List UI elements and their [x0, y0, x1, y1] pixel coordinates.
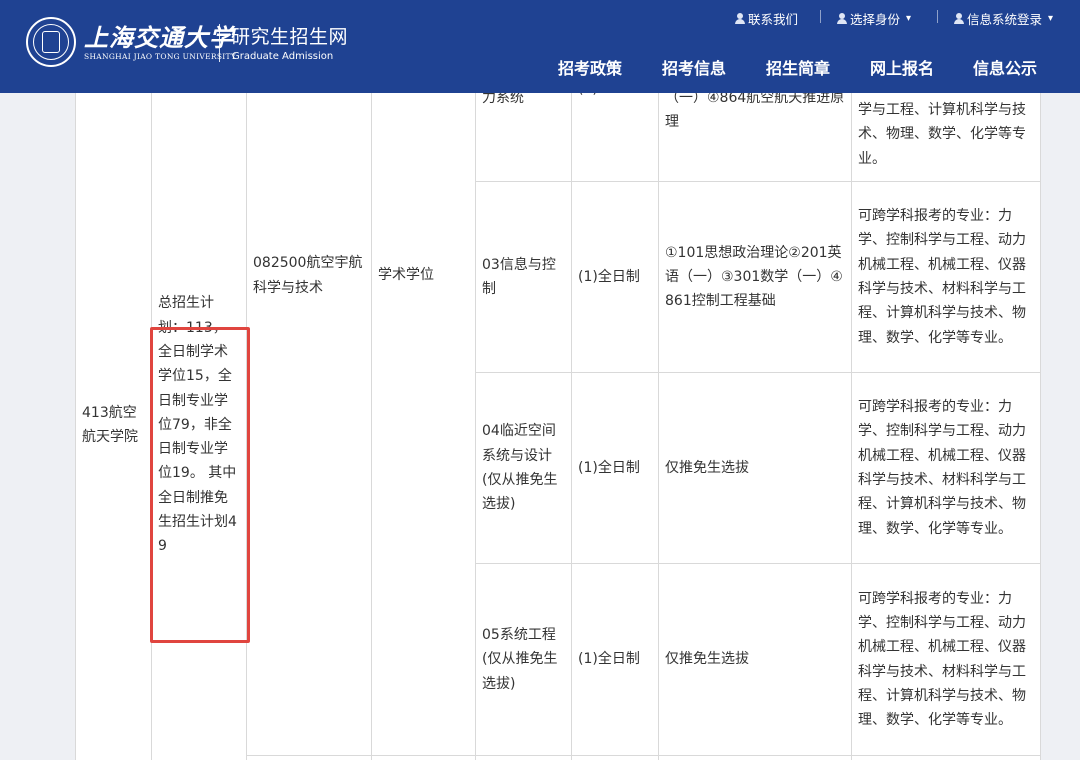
- college-name: 413航空航天学院: [82, 404, 138, 445]
- table-row-next-note: [851, 755, 1041, 760]
- university-seal-icon[interactable]: [26, 17, 76, 67]
- table-row-3-direction: 05系统工程(仅从推免生选拔): [475, 563, 572, 756]
- table-row-0-note: 学与工程、计算机科学与技术、物理、数学、化学等专业。: [851, 80, 1041, 182]
- major-name: 082500航空宇航科学与技术: [253, 255, 363, 296]
- util-divider: [820, 10, 821, 23]
- table-row-1-mode: (1)全日制: [571, 181, 659, 373]
- table-row-3-note: 可跨学科报考的专业：力学、控制科学与工程、动力机械工程、机械工程、仪器科学与技术…: [851, 563, 1041, 756]
- logo-divider: [219, 24, 220, 62]
- nav-item-brochure[interactable]: 招生简章: [766, 55, 830, 79]
- table-row-next-mode: [571, 755, 659, 760]
- plan-cell: 总招生计划：113，全日制学术学位15，全日制专业学位79，非全日制专业学位19…: [151, 80, 247, 760]
- university-name-en: SHANGHAI JIAO TONG UNIVERSITY: [84, 52, 237, 61]
- site-header: 上海交通大学 SHANGHAI JIAO TONG UNIVERSITY 研究生…: [0, 0, 1080, 93]
- major-cell-next: [246, 755, 372, 760]
- identity-dropdown[interactable]: 选择身份 ▾: [837, 9, 911, 28]
- table-row-2-note: 可跨学科报考的专业：力学、控制科学与工程、动力机械工程、机械工程、仪器科学与技术…: [851, 372, 1041, 564]
- page-background-strip: [0, 93, 27, 760]
- user-icon: [954, 13, 964, 24]
- table-row-3-exam: 仅推免生选拔: [658, 563, 852, 756]
- contact-link[interactable]: 联系我们: [735, 9, 798, 28]
- table-row-2-direction: 04临近空间系统与设计(仅从推免生选拔): [475, 372, 572, 564]
- chevron-down-icon: ▾: [1048, 13, 1054, 24]
- degree-cell: 学术学位: [371, 80, 476, 756]
- table-row-2-exam: 仅推免生选拔: [658, 372, 852, 564]
- user-icon: [735, 13, 745, 24]
- degree-type: 学术学位: [378, 267, 434, 284]
- nav-item-apply[interactable]: 网上报名: [870, 55, 934, 79]
- major-cell: 082500航空宇航科学与技术: [246, 80, 372, 756]
- nav-item-info[interactable]: 招考信息: [662, 55, 726, 79]
- nav-item-notice[interactable]: 信息公示: [973, 55, 1037, 79]
- enrollment-plan: 总招生计划：113，全日制学术学位15，全日制专业学位79，非全日制专业学位19…: [158, 295, 237, 555]
- table-row-0-exam: （一）④864航空航天推进原理: [658, 80, 852, 182]
- college-cell: 413航空航天学院: [75, 80, 152, 760]
- table-row-2-mode: (1)全日制: [571, 372, 659, 564]
- university-name-cn[interactable]: 上海交通大学: [84, 18, 234, 53]
- chevron-down-icon: ▾: [906, 13, 912, 24]
- site-title[interactable]: 研究生招生网: [231, 22, 348, 49]
- degree-cell-next: [371, 755, 476, 760]
- table-row-1-direction: 03信息与控制: [475, 181, 572, 373]
- nav-item-policy[interactable]: 招考政策: [558, 55, 622, 79]
- table-row-next-exam: [658, 755, 852, 760]
- table-row-3-mode: (1)全日制: [571, 563, 659, 756]
- table-row-1-note: 可跨学科报考的专业：力学、控制科学与工程、动力机械工程、机械工程、仪器科学与技术…: [851, 181, 1041, 373]
- table-row-0-direction: 力系统: [475, 80, 572, 182]
- login-dropdown[interactable]: 信息系统登录 ▾: [954, 9, 1053, 28]
- table-row-next-direction: [475, 755, 572, 760]
- util-divider: [937, 10, 938, 23]
- site-subtitle: Graduate Admission: [232, 51, 334, 62]
- user-icon: [837, 13, 847, 24]
- table-row-1-exam: ①101思想政治理论②201英语（一）③301数学（一）④861控制工程基础: [658, 181, 852, 373]
- table-row-0-mode: (1): [571, 80, 659, 182]
